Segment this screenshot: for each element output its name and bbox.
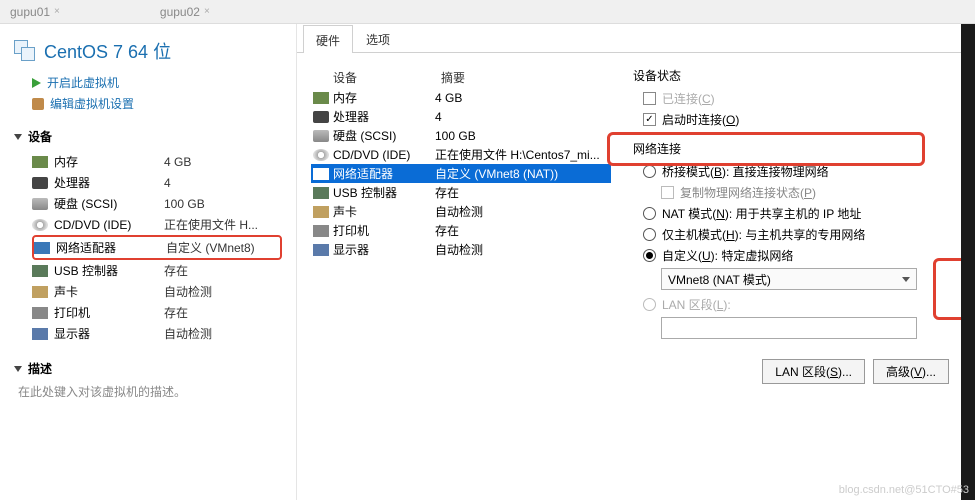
dev-hdd[interactable]: 硬盘 (SCSI)100 GB xyxy=(32,193,282,214)
sound-icon xyxy=(313,206,329,218)
custom-vmnet-select[interactable]: VMnet8 (NAT 模式) xyxy=(661,268,917,290)
dev-cpu[interactable]: 处理器4 xyxy=(32,172,282,193)
dialog-tabs: 硬件 选项 xyxy=(297,24,975,53)
table-row[interactable]: 内存4 GB xyxy=(311,88,611,107)
right-edge-strip xyxy=(961,24,975,500)
table-row[interactable]: 显示器自动检测 xyxy=(311,240,611,259)
chk-connect-on-power[interactable]: ✓启动时连接(O) xyxy=(643,111,961,128)
settings-dialog: 硬件 选项 设备 摘要 内存4 GB 处理器4 硬盘 (SCSI)100 GB … xyxy=(297,24,975,500)
radio-icon xyxy=(643,298,656,311)
lan-segments-button[interactable]: LAN 区段(S)... xyxy=(762,359,865,384)
power-on-link[interactable]: 开启此虚拟机 xyxy=(32,74,282,91)
document-tabs-bar: gupu01 × gupu02 × xyxy=(0,0,975,24)
network-icon xyxy=(34,242,50,254)
cpu-icon xyxy=(313,111,329,123)
usb-icon xyxy=(313,187,329,199)
printer-icon xyxy=(313,225,329,237)
device-list: 内存4 GB 处理器4 硬盘 (SCSI)100 GB CD/DVD (IDE)… xyxy=(32,151,282,344)
table-row[interactable]: 声卡自动检测 xyxy=(311,202,611,221)
radio-icon xyxy=(643,228,656,241)
radio-icon xyxy=(643,249,656,262)
chk-connected: 已连接(C) xyxy=(643,90,961,107)
radio-icon xyxy=(643,165,656,178)
chevron-down-icon xyxy=(14,134,22,140)
lan-segment-select xyxy=(661,317,917,339)
table-row-selected[interactable]: 网络适配器自定义 (VMnet8 (NAT)) xyxy=(311,164,611,183)
table-row[interactable]: 处理器4 xyxy=(311,107,611,126)
cd-icon xyxy=(32,219,48,231)
wrench-icon xyxy=(32,98,44,110)
vm-title: CentOS 7 64 位 xyxy=(14,38,282,64)
play-icon xyxy=(32,78,41,88)
chk-replicate: 复制物理网络连接状态(P) xyxy=(661,184,961,201)
table-row[interactable]: 硬盘 (SCSI)100 GB xyxy=(311,126,611,145)
col-summary: 摘要 xyxy=(441,69,465,86)
dev-display[interactable]: 显示器自动检测 xyxy=(32,323,282,344)
table-row[interactable]: USB 控制器存在 xyxy=(311,183,611,202)
dev-sound[interactable]: 声卡自动检测 xyxy=(32,281,282,302)
advanced-button[interactable]: 高级(V)... xyxy=(873,359,949,384)
chevron-down-icon xyxy=(14,366,22,372)
dev-memory[interactable]: 内存4 GB xyxy=(32,151,282,172)
vm-title-text: CentOS 7 64 位 xyxy=(44,38,171,64)
dev-cd[interactable]: CD/DVD (IDE)正在使用文件 H... xyxy=(32,214,282,235)
radio-hostonly[interactable]: 仅主机模式(H): 与主机共享的专用网络 xyxy=(643,226,961,243)
section-description[interactable]: 描述 xyxy=(14,360,282,377)
close-icon[interactable]: × xyxy=(54,6,60,17)
group-title: 网络连接 xyxy=(633,140,961,157)
radio-lan-segment: LAN 区段(L): xyxy=(643,296,961,313)
edit-settings-link[interactable]: 编辑虚拟机设置 xyxy=(32,95,282,112)
display-icon xyxy=(313,244,329,256)
usb-icon xyxy=(32,265,48,277)
sound-icon xyxy=(32,286,48,298)
table-row[interactable]: 打印机存在 xyxy=(311,221,611,240)
group-device-status: 设备状态 已连接(C) ✓启动时连接(O) xyxy=(633,67,961,128)
checkbox-icon: ✓ xyxy=(643,113,656,126)
radio-icon xyxy=(643,207,656,220)
checkbox-icon xyxy=(643,92,656,105)
button-row: LAN 区段(S)... 高级(V)... xyxy=(633,359,961,384)
close-icon[interactable]: × xyxy=(204,6,210,17)
col-device: 设备 xyxy=(311,69,441,86)
cpu-icon xyxy=(32,177,48,189)
cd-icon xyxy=(313,149,329,161)
hdd-icon xyxy=(32,198,48,210)
watermark: blog.csdn.net@51CTO#53 xyxy=(839,484,969,496)
display-icon xyxy=(32,328,48,340)
table-header: 设备 摘要 xyxy=(311,67,611,88)
memory-icon xyxy=(313,92,329,104)
description-hint[interactable]: 在此处键入对该虚拟机的描述。 xyxy=(18,383,282,400)
radio-custom[interactable]: 自定义(U): 特定虚拟网络 xyxy=(643,247,961,264)
section-devices[interactable]: 设备 xyxy=(14,128,282,145)
tab-hardware[interactable]: 硬件 xyxy=(303,25,353,53)
radio-nat[interactable]: NAT 模式(N): 用于共享主机的 IP 地址 xyxy=(643,205,961,222)
doc-tab-1[interactable]: gupu01 × xyxy=(0,2,70,22)
dev-usb[interactable]: USB 控制器存在 xyxy=(32,260,282,281)
vm-summary-panel: CentOS 7 64 位 开启此虚拟机 编辑虚拟机设置 设备 内存4 GB 处… xyxy=(0,24,297,500)
hdd-icon xyxy=(313,130,329,142)
dev-network[interactable]: 网络适配器自定义 (VMnet8) xyxy=(32,235,282,260)
group-network-connection: 网络连接 桥接模式(B): 直接连接物理网络 复制物理网络连接状态(P) NAT… xyxy=(633,140,961,339)
dev-printer[interactable]: 打印机存在 xyxy=(32,302,282,323)
table-row[interactable]: CD/DVD (IDE)正在使用文件 H:\Centos7_mi... xyxy=(311,145,611,164)
memory-icon xyxy=(32,156,48,168)
hardware-table: 设备 摘要 内存4 GB 处理器4 硬盘 (SCSI)100 GB CD/DVD… xyxy=(311,67,611,473)
radio-bridged[interactable]: 桥接模式(B): 直接连接物理网络 xyxy=(643,163,961,180)
group-title: 设备状态 xyxy=(633,67,961,84)
tab-options[interactable]: 选项 xyxy=(353,24,403,52)
doc-tab-2[interactable]: gupu02 × xyxy=(150,2,220,22)
printer-icon xyxy=(32,307,48,319)
settings-detail: 设备状态 已连接(C) ✓启动时连接(O) 网络连接 桥接模式(B): 直接连接… xyxy=(611,67,961,473)
chevron-down-icon xyxy=(902,277,910,282)
network-icon xyxy=(313,168,329,180)
checkbox-icon xyxy=(661,186,674,199)
vm-icon xyxy=(14,40,36,62)
